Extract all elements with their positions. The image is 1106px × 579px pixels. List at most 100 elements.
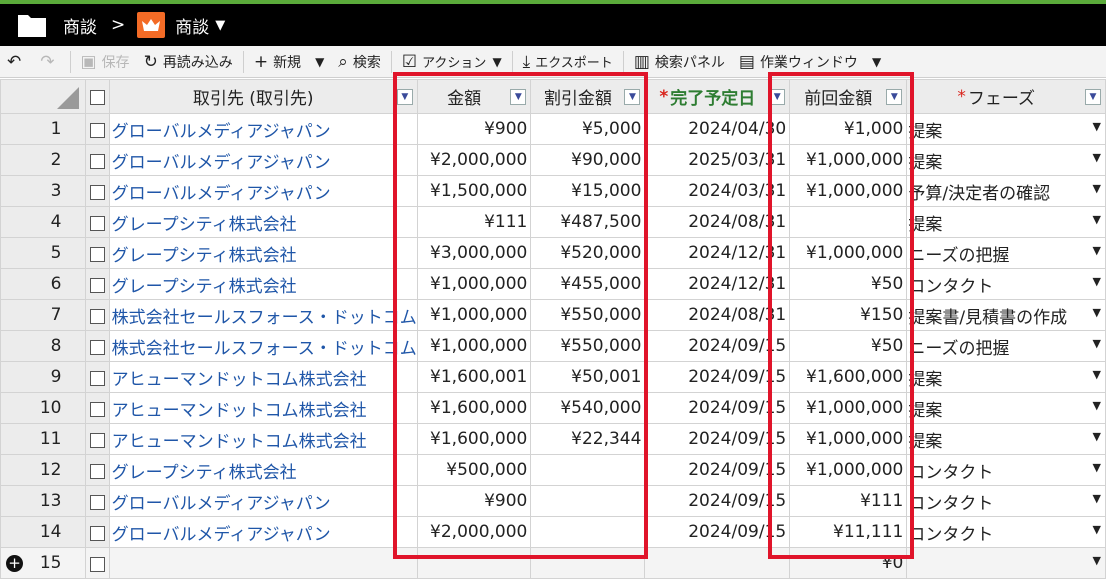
column-header-discount[interactable]: 割引金額 ▼ [530,79,646,114]
cell-prev-amount[interactable]: ¥1,600,000 [789,361,908,393]
row-number[interactable]: 2 [0,144,87,176]
cell-discount[interactable]: ¥15,000 [530,175,646,207]
row-checkbox[interactable] [90,556,106,572]
cell-phase[interactable]: 提案 ▼ [906,392,1106,424]
object-selector-label[interactable]: 商談 [175,13,209,38]
row-number[interactable]: 8 [0,330,87,362]
cell-close-date[interactable]: 2024/09/15 [644,330,791,362]
row-checkbox-cell[interactable] [85,299,110,331]
cell-account[interactable]: 株式会社セールスフォース・ドットコム [108,330,418,362]
cell-close-date[interactable] [644,547,791,579]
row-number[interactable]: 13 [0,485,87,517]
column-header-account[interactable]: 取引先 (取引先) ▼ [108,79,418,114]
row-checkbox[interactable] [90,463,106,479]
phase-dropdown-icon[interactable]: ▼ [1093,213,1101,226]
cell-discount[interactable] [530,547,646,579]
cell-discount[interactable]: ¥455,000 [530,268,646,300]
cell-account[interactable]: アヒューマンドットコム株式会社 [108,361,418,393]
cell-close-date[interactable]: 2024/09/15 [644,516,791,548]
phase-dropdown-icon[interactable]: ▼ [1093,554,1101,567]
cell-amount[interactable]: ¥1,000,000 [416,330,532,362]
row-number[interactable]: 7 [0,299,87,331]
row-checkbox[interactable] [90,184,106,200]
phase-dropdown-icon[interactable]: ▼ [1093,151,1101,164]
cell-close-date[interactable]: 2024/09/15 [644,361,791,393]
cell-discount[interactable]: ¥540,000 [530,392,646,424]
filter-dropdown-icon[interactable]: ▼ [510,89,527,105]
new-row[interactable]: +15 ¥0 ▼ [0,547,1106,579]
cell-phase[interactable]: コンタクト ▼ [906,485,1106,517]
cell-phase[interactable]: ニーズの把握 ▼ [906,330,1106,362]
cell-prev-amount[interactable]: ¥1,000,000 [789,144,908,176]
cell-account[interactable]: グローバルメディアジャパン [108,485,418,517]
object-selector-caret-icon[interactable]: ▼ [215,18,225,33]
row-number[interactable]: 11 [0,423,87,455]
row-number[interactable]: 6 [0,268,87,300]
row-checkbox-cell[interactable] [85,516,110,548]
cell-close-date[interactable]: 2024/09/15 [644,423,791,455]
undo-button[interactable]: ↶ [0,46,33,77]
cell-account[interactable]: グローバルメディアジャパン [108,144,418,176]
row-checkbox[interactable] [90,308,106,324]
select-all-corner[interactable] [0,79,87,114]
row-checkbox-cell[interactable] [85,485,110,517]
action-button[interactable]: ☑ アクション ▼ [395,46,509,77]
cell-account[interactable]: グレープシティ株式会社 [108,237,418,269]
cell-amount[interactable]: ¥111 [416,206,532,238]
cell-amount[interactable]: ¥2,000,000 [416,516,532,548]
phase-dropdown-icon[interactable]: ▼ [1093,182,1101,195]
cell-phase[interactable]: 提案 ▼ [906,113,1106,145]
phase-dropdown-icon[interactable]: ▼ [1093,337,1101,350]
cell-discount[interactable] [530,454,646,486]
save-button[interactable]: ▣ 保存 [74,46,137,77]
filter-dropdown-icon[interactable]: ▼ [624,89,641,105]
cell-amount[interactable]: ¥900 [416,485,532,517]
cell-phase[interactable]: コンタクト ▼ [906,454,1106,486]
cell-account[interactable]: グローバルメディアジャパン [108,516,418,548]
filter-dropdown-icon[interactable]: ▼ [769,89,786,105]
filter-dropdown-icon[interactable]: ▼ [886,89,903,105]
cell-phase[interactable]: 予算/決定者の確認 ▼ [906,175,1106,207]
cell-prev-amount[interactable]: ¥1,000,000 [789,175,908,207]
cell-prev-amount[interactable]: ¥50 [789,330,908,362]
cell-amount[interactable]: ¥1,600,000 [416,423,532,455]
row-number[interactable]: 12 [0,454,87,486]
cell-close-date[interactable]: 2024/03/31 [644,175,791,207]
row-checkbox-cell[interactable] [85,175,110,207]
phase-dropdown-icon[interactable]: ▼ [1093,306,1101,319]
cell-close-date[interactable]: 2024/08/31 [644,299,791,331]
cell-amount[interactable] [416,547,532,579]
cell-discount[interactable] [530,516,646,548]
phase-dropdown-icon[interactable]: ▼ [1093,244,1101,257]
cell-phase[interactable]: ニーズの把握 ▼ [906,237,1106,269]
cell-prev-amount[interactable]: ¥111 [789,485,908,517]
reload-button[interactable]: ↻ 再読み込み [137,46,240,77]
row-checkbox[interactable] [90,215,106,231]
cell-amount[interactable]: ¥1,600,001 [416,361,532,393]
cell-discount[interactable]: ¥550,000 [530,330,646,362]
row-checkbox[interactable] [90,494,106,510]
cell-prev-amount[interactable] [789,206,908,238]
search-button[interactable]: ⌕ 検索 [331,46,388,77]
column-header-phase[interactable]: * フェーズ ▼ [906,79,1106,114]
cell-account[interactable]: アヒューマンドットコム株式会社 [108,392,418,424]
cell-discount[interactable]: ¥90,000 [530,144,646,176]
cell-amount[interactable]: ¥3,000,000 [416,237,532,269]
phase-dropdown-icon[interactable]: ▼ [1093,275,1101,288]
cell-phase[interactable]: ▼ [906,547,1106,579]
cell-close-date[interactable]: 2024/09/15 [644,485,791,517]
phase-dropdown-icon[interactable]: ▼ [1093,399,1101,412]
header-checkbox-cell[interactable] [85,79,110,114]
cell-prev-amount[interactable]: ¥150 [789,299,908,331]
cell-amount[interactable]: ¥1,000,000 [416,268,532,300]
cell-account[interactable]: グレープシティ株式会社 [108,454,418,486]
cell-prev-amount[interactable]: ¥1,000,000 [789,392,908,424]
phase-dropdown-icon[interactable]: ▼ [1093,523,1101,536]
cell-account[interactable]: グローバルメディアジャパン [108,113,418,145]
row-checkbox-cell[interactable] [85,454,110,486]
row-checkbox-cell[interactable] [85,547,110,579]
row-number[interactable]: 9 [0,361,87,393]
cell-account[interactable]: アヒューマンドットコム株式会社 [108,423,418,455]
cell-close-date[interactable]: 2024/09/15 [644,392,791,424]
row-checkbox-cell[interactable] [85,206,110,238]
